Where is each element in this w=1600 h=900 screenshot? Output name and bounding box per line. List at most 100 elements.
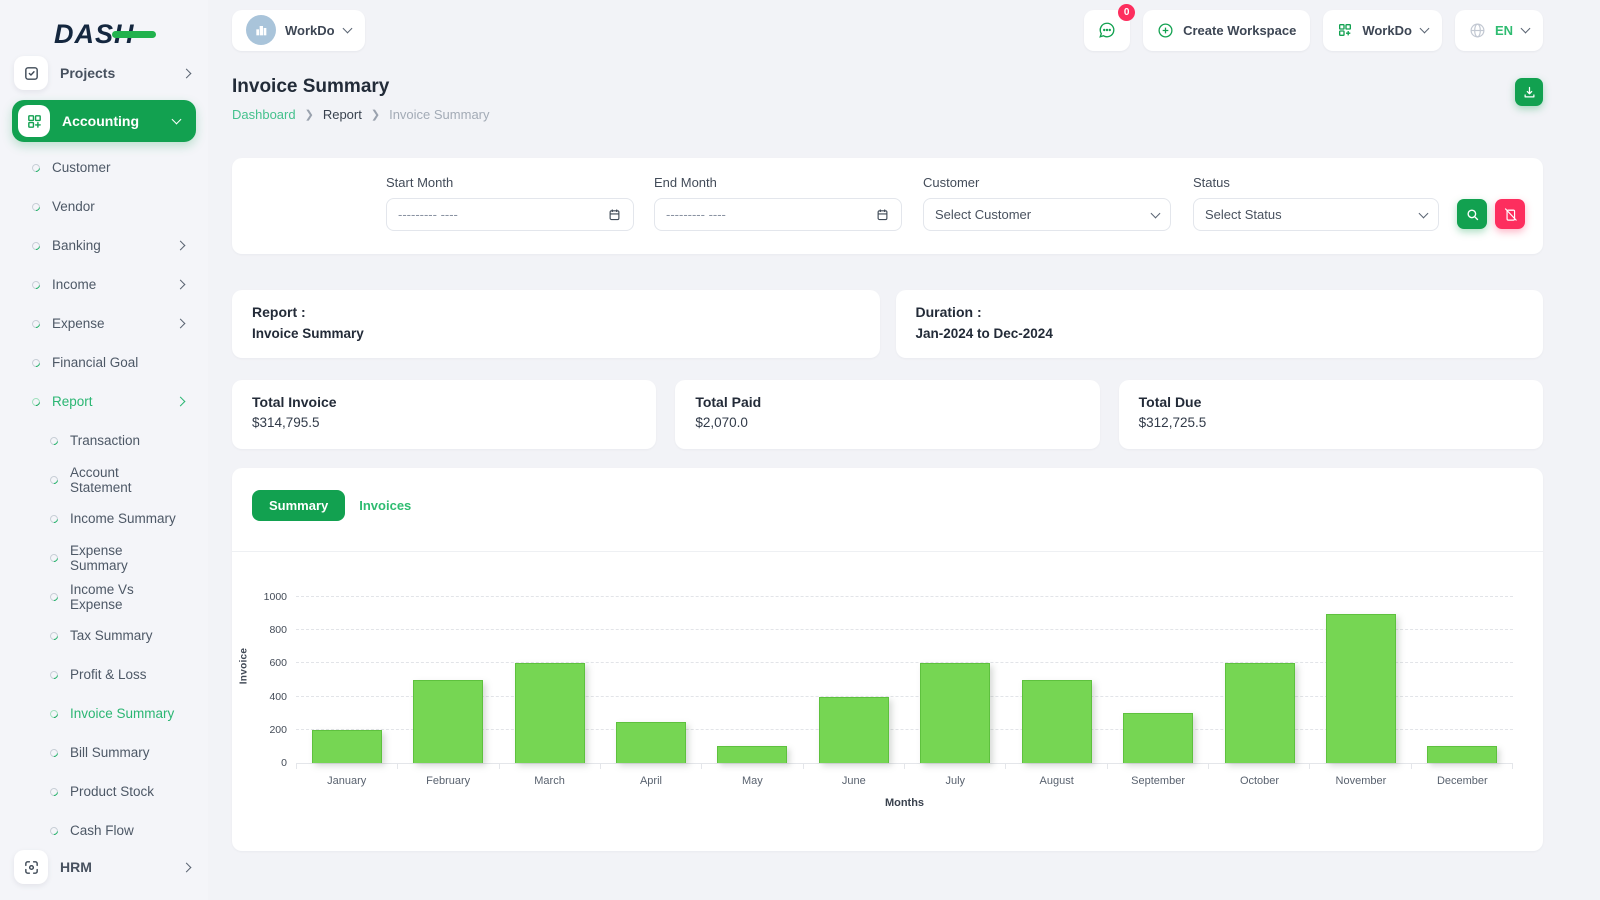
total-invoice-card: Total Invoice $314,795.5 (232, 380, 657, 449)
chevron-right-icon (181, 68, 192, 78)
bullet-icon (48, 746, 60, 759)
sidebar-item-accounting[interactable]: Accounting (12, 100, 196, 142)
sidebar-item-invoice-summary[interactable]: Invoice Summary (0, 694, 208, 733)
bar-slot (1310, 568, 1411, 763)
sidebar-item-bill-summary[interactable]: Bill Summary (0, 733, 208, 772)
sidebar-item-income-summary[interactable]: Income Summary (0, 499, 208, 538)
chart-plot-area: Invoice 0 200 400 600 800 1000 (239, 568, 1513, 769)
status-selected-value: Select Status (1205, 207, 1282, 222)
bullet-icon (30, 200, 42, 213)
bullet-icon (48, 434, 60, 447)
bars-container (296, 568, 1513, 763)
bullet-icon (30, 239, 42, 252)
status-select[interactable]: Select Status (1193, 198, 1439, 231)
grid-icon (1339, 24, 1352, 36)
total-paid-card: Total Paid $2,070.0 (675, 380, 1100, 449)
logo-dash-icon (112, 31, 156, 38)
x-label-june: June (841, 775, 866, 787)
x-label-august: August (1039, 775, 1074, 787)
breadcrumb-report[interactable]: Report (323, 107, 362, 122)
x-label-february: February (426, 775, 471, 787)
end-month-input[interactable]: --------- ---- (654, 198, 902, 231)
bar-slot (702, 568, 803, 763)
sidebar-item-projects[interactable]: Projects (0, 56, 208, 90)
total-due-card: Total Due $312,725.5 (1118, 380, 1543, 449)
chevron-down-icon (171, 114, 182, 125)
bullet-icon (30, 278, 42, 291)
create-workspace-button[interactable]: Create Workspace (1143, 9, 1311, 51)
start-month-input[interactable]: --------- ---- (386, 198, 634, 231)
bar-october[interactable] (1224, 663, 1295, 763)
sidebar-item-report[interactable]: Report (0, 382, 208, 421)
calendar-icon (877, 209, 888, 221)
chevron-right-icon (175, 396, 186, 407)
sidebar-item-profit-loss[interactable]: Profit & Loss (0, 655, 208, 694)
bullet-icon (48, 512, 60, 525)
messages-button[interactable]: 0 (1084, 3, 1136, 51)
sidebar-item-label: Tax Summary (70, 628, 153, 643)
sidebar-item-label: Report (52, 394, 93, 409)
tab-summary[interactable]: Summary (252, 490, 346, 521)
tab-invoices[interactable]: Invoices (359, 498, 411, 513)
download-icon (1524, 86, 1534, 97)
sidebar-item-banking[interactable]: Banking (0, 226, 208, 265)
sidebar-item-product-stock[interactable]: Product Stock (0, 772, 208, 811)
chevron-down-icon (1150, 208, 1161, 218)
sidebar-item-label: Expense (52, 316, 105, 331)
language-selector[interactable]: EN (1454, 9, 1543, 51)
sidebar-item-tax-summary[interactable]: Tax Summary (0, 616, 208, 655)
x-tick (1006, 764, 1108, 769)
sidebar-item-expense-summary[interactable]: Expense Summary (0, 538, 208, 577)
workspace-switcher[interactable]: WorkDo (1323, 9, 1442, 51)
sidebar-item-transaction[interactable]: Transaction (0, 421, 208, 460)
sidebar-item-label: HRM (60, 859, 92, 875)
bar-july[interactable] (920, 663, 991, 763)
y-tick-label: 1000 (263, 591, 287, 603)
sidebar-item-income-vs-expense[interactable]: Income Vs Expense (0, 577, 208, 616)
bar-june[interactable] (818, 696, 889, 763)
customer-label: Customer (923, 175, 980, 190)
bar-december[interactable] (1427, 746, 1498, 763)
chevron-down-icon (1520, 23, 1531, 34)
chevron-right-icon (175, 279, 186, 290)
chart-card: Summary Invoices Invoice 0 200 400 600 800 10… (232, 468, 1543, 851)
total-value: $2,070.0 (695, 415, 748, 430)
topbar: WorkDo 0 Create Workspace WorkDo EN (232, 0, 1543, 52)
bar-january[interactable] (311, 729, 382, 763)
bar-april[interactable] (615, 721, 686, 763)
y-tick-label: 400 (269, 690, 287, 703)
bullet-icon (48, 473, 60, 486)
page-header: Invoice Summary Dashboard ❯ Report ❯ Invoice… (232, 76, 1543, 122)
topbar-actions: 0 Create Workspace WorkDo EN (1084, 3, 1543, 51)
sidebar-item-financial-goal[interactable]: Financial Goal (0, 343, 208, 382)
bar-february[interactable] (413, 680, 484, 763)
bullet-icon (30, 395, 42, 408)
bullet-icon (48, 551, 60, 564)
breadcrumb-dashboard[interactable]: Dashboard (232, 107, 296, 122)
bar-august[interactable] (1021, 680, 1092, 763)
search-icon (1466, 208, 1478, 220)
sidebar-item-customer[interactable]: Customer (0, 148, 208, 187)
x-tick (297, 764, 399, 769)
bar-september[interactable] (1123, 713, 1194, 763)
x-label-december: December (1436, 775, 1488, 787)
sidebar-item-cash-flow[interactable]: Cash Flow (0, 811, 208, 850)
workspace-selector[interactable]: WorkDo (232, 9, 365, 51)
sidebar-menu: Projects Accounting Customer Vendor Banking I… (0, 56, 208, 884)
sidebar-item-expense[interactable]: Expense (0, 304, 208, 343)
app-logo[interactable]: DASH (0, 0, 208, 52)
bar-november[interactable] (1325, 613, 1396, 763)
sidebar-item-income[interactable]: Income (0, 265, 208, 304)
customer-select[interactable]: Select Customer (923, 198, 1171, 231)
bar-may[interactable] (717, 746, 788, 763)
reset-filter-button[interactable] (1495, 199, 1525, 229)
sidebar-item-vendor[interactable]: Vendor (0, 187, 208, 226)
language-label: EN (1494, 22, 1513, 38)
download-button[interactable] (1515, 78, 1543, 106)
x-label-october: October (1239, 775, 1280, 787)
apply-filter-button[interactable] (1457, 199, 1487, 229)
duration-label: Duration : (915, 304, 982, 320)
bar-march[interactable] (514, 663, 585, 763)
sidebar-item-hrm[interactable]: HRM (0, 850, 208, 884)
sidebar-item-account-statement[interactable]: Account Statement (0, 460, 208, 499)
